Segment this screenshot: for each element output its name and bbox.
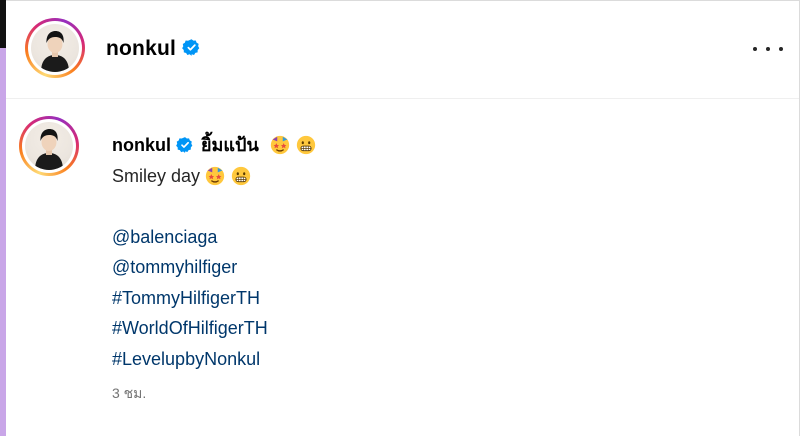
profile-photo-icon — [41, 31, 69, 72]
grimacing-face-emoji-icon — [296, 136, 315, 155]
star-struck-face-emoji-icon — [205, 166, 225, 185]
window-left-edge-accent — [0, 48, 6, 436]
post-caption: nonkul ยิ้มแป้น Smiley day @balenciaga @… — [112, 130, 317, 374]
post-timestamp[interactable]: 3 ชม. — [112, 383, 146, 405]
caption-thai-text: ยิ้มแป้น — [201, 135, 259, 155]
header-avatar[interactable] — [25, 18, 85, 78]
hashtag-link[interactable]: #LevelupbyNonkul — [112, 344, 260, 375]
caption-avatar[interactable] — [19, 116, 79, 176]
caption-text: Smiley day — [112, 165, 201, 186]
mention-link[interactable]: @tommyhilfiger — [112, 252, 237, 283]
caption-line: Smiley day — [112, 161, 317, 192]
hashtag-link[interactable]: #WorldOfHilfigerTH — [112, 313, 268, 344]
verified-badge-icon — [182, 39, 200, 56]
header-divider — [6, 98, 799, 99]
header-username-text[interactable]: nonkul — [106, 37, 176, 60]
more-options-icon[interactable] — [753, 39, 783, 59]
header-username[interactable]: nonkul — [106, 37, 201, 61]
grimacing-face-emoji-icon — [231, 166, 251, 185]
profile-photo-icon — [35, 129, 63, 170]
post-header: nonkul — [6, 1, 799, 98]
hashtag-link[interactable]: #TommyHilfigerTH — [112, 283, 260, 314]
star-struck-face-emoji-icon — [270, 136, 289, 155]
mention-link[interactable]: @balenciaga — [112, 222, 217, 253]
verified-badge-icon — [176, 137, 193, 154]
caption-username[interactable]: nonkul — [112, 130, 171, 161]
caption-first-row: nonkul ยิ้มแป้น — [112, 130, 317, 161]
